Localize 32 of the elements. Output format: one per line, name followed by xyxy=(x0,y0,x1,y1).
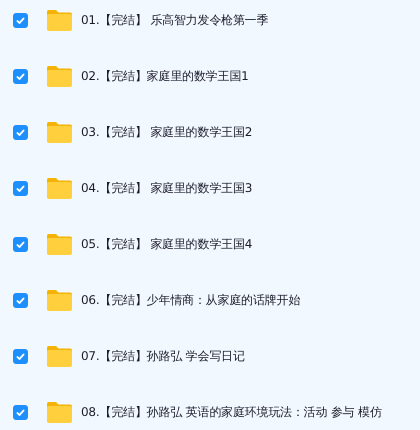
checkbox[interactable] xyxy=(13,124,28,140)
folder-icon xyxy=(46,288,73,312)
checkbox[interactable] xyxy=(13,68,28,84)
folder-name[interactable]: 03.【完结】 家庭里的数学王国2 xyxy=(81,124,252,140)
check-icon xyxy=(16,128,25,136)
folder-name[interactable]: 08.【完结】孙路弘 英语的家庭环境玩法：活动 参与 模仿 xyxy=(81,404,382,420)
checkbox[interactable] xyxy=(13,180,28,196)
folder-name[interactable]: 01.【完结】 乐高智力发令枪第一季 xyxy=(81,12,268,28)
folder-name[interactable]: 07.【完结】孙路弘 学会写日记 xyxy=(81,348,245,364)
folder-icon xyxy=(46,176,73,200)
folder-name[interactable]: 04.【完结】 家庭里的数学王国3 xyxy=(81,180,252,196)
check-icon xyxy=(16,184,25,192)
checkbox[interactable] xyxy=(13,12,28,28)
check-icon xyxy=(16,296,25,304)
checkbox[interactable] xyxy=(13,348,28,364)
checkbox[interactable] xyxy=(13,236,28,252)
folder-icon xyxy=(46,400,73,424)
folder-name[interactable]: 06.【完结】少年情商：从家庭的话牌开始 xyxy=(81,292,300,308)
folder-icon xyxy=(46,120,73,144)
folder-icon xyxy=(46,64,73,88)
checkbox[interactable] xyxy=(13,292,28,308)
check-icon xyxy=(16,240,25,248)
check-icon xyxy=(16,352,25,360)
folder-icon xyxy=(46,232,73,256)
folder-name[interactable]: 02.【完结】家庭里的数学王国1 xyxy=(81,68,249,84)
check-icon xyxy=(16,72,25,80)
check-icon xyxy=(16,16,25,24)
folder-icon xyxy=(46,344,73,368)
folder-name[interactable]: 05.【完结】 家庭里的数学王国4 xyxy=(81,236,252,252)
folder-icon xyxy=(46,8,73,32)
checkbox[interactable] xyxy=(13,404,28,420)
check-icon xyxy=(16,408,25,416)
